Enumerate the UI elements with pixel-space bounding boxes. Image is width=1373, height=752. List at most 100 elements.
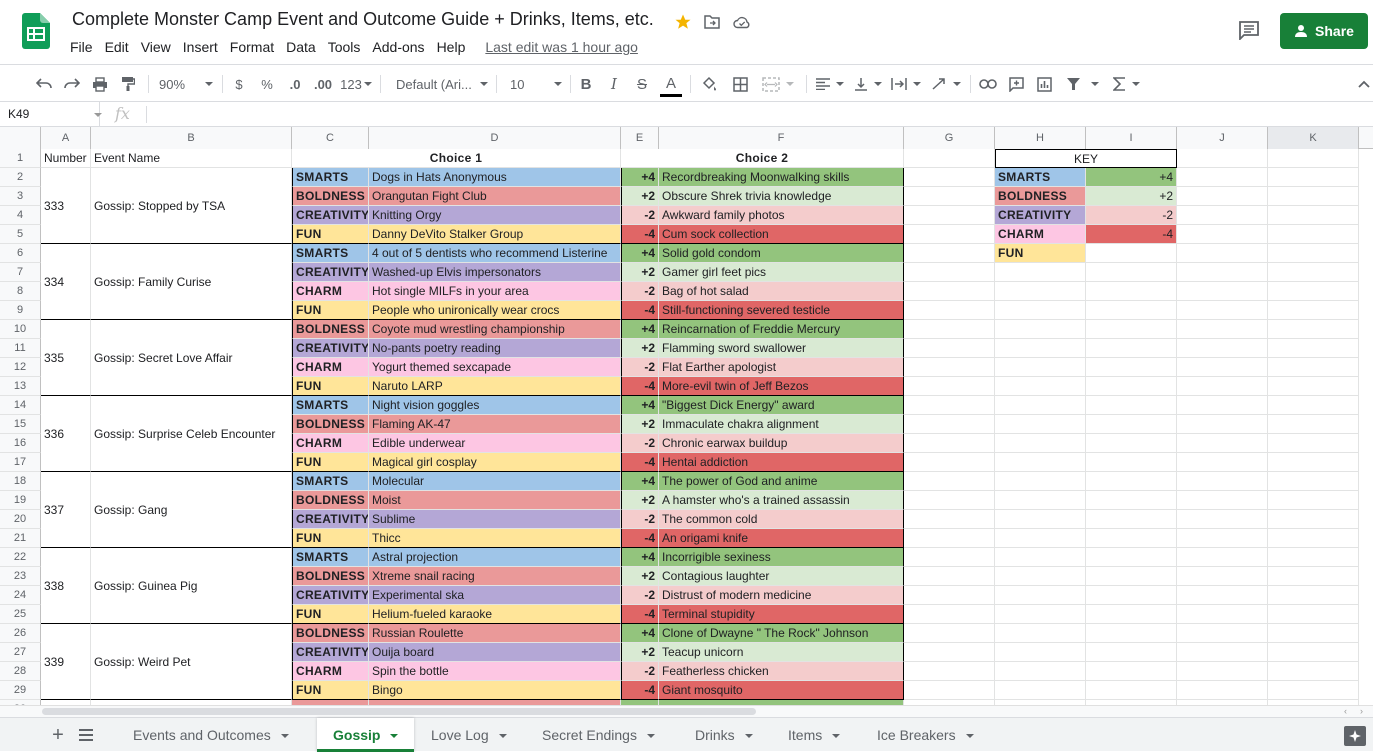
modifier-cell[interactable]: +2 — [621, 567, 659, 586]
empty-cell[interactable] — [1086, 453, 1177, 472]
empty-cell[interactable] — [1177, 377, 1268, 396]
row-header[interactable]: 17 — [0, 453, 41, 472]
empty-cell[interactable] — [904, 548, 995, 567]
choice1-cell[interactable]: Russian Roulette — [369, 624, 621, 643]
modifier-cell[interactable]: +4 — [621, 472, 659, 491]
choice2-cell[interactable]: Featherless chicken — [659, 662, 904, 681]
empty-cell[interactable] — [1177, 472, 1268, 491]
empty-cell[interactable] — [1177, 149, 1268, 168]
choice1-cell[interactable]: Yogurt themed sexcapade — [369, 358, 621, 377]
stat-label[interactable]: BOLDNESS — [292, 415, 369, 434]
header-choice1[interactable]: Choice 1 — [292, 149, 621, 168]
empty-cell[interactable] — [1268, 491, 1359, 510]
modifier-cell[interactable]: +4 — [621, 320, 659, 339]
zoom-select[interactable]: 90% — [156, 73, 216, 95]
stat-label[interactable]: BOLDNESS — [292, 491, 369, 510]
modifier-cell[interactable]: +2 — [621, 263, 659, 282]
empty-cell[interactable] — [904, 339, 995, 358]
move-folder-icon[interactable] — [702, 12, 722, 32]
modifier-cell[interactable]: -4 — [621, 377, 659, 396]
sheet-tab-love-log[interactable]: Love Log — [415, 718, 523, 752]
choice2-cell[interactable]: Bag of hot salad — [659, 282, 904, 301]
empty-cell[interactable] — [1177, 339, 1268, 358]
stat-label[interactable]: CHARM — [292, 434, 369, 453]
row-header[interactable]: 2 — [0, 168, 41, 187]
empty-cell[interactable] — [1177, 244, 1268, 263]
empty-cell[interactable] — [904, 168, 995, 187]
event-name[interactable]: Gossip: Guinea Pig — [91, 548, 292, 624]
empty-cell[interactable] — [904, 225, 995, 244]
column-header-j[interactable]: J — [1177, 127, 1268, 149]
empty-cell[interactable] — [1177, 662, 1268, 681]
all-sheets-icon[interactable] — [78, 728, 96, 742]
scrollbar-thumb[interactable] — [42, 708, 756, 715]
empty-cell[interactable] — [1177, 510, 1268, 529]
choice2-cell[interactable]: "Biggest Dick Energy" award — [659, 396, 904, 415]
column-header-d[interactable]: D — [369, 127, 621, 149]
event-number[interactable]: 338 — [41, 548, 91, 624]
row-header[interactable]: 14 — [0, 396, 41, 415]
row-header[interactable]: 28 — [0, 662, 41, 681]
empty-cell[interactable] — [1268, 339, 1359, 358]
empty-cell[interactable] — [1086, 396, 1177, 415]
empty-cell[interactable] — [1086, 339, 1177, 358]
choice1-cell[interactable]: Ouija board — [369, 643, 621, 662]
empty-cell[interactable] — [1086, 282, 1177, 301]
row-header[interactable]: 4 — [0, 206, 41, 225]
empty-cell[interactable] — [1177, 434, 1268, 453]
stat-label[interactable]: SMARTS — [292, 244, 369, 263]
empty-cell[interactable] — [904, 567, 995, 586]
choice2-cell[interactable]: Hentai addiction — [659, 453, 904, 472]
modifier-cell[interactable]: -4 — [621, 681, 659, 700]
empty-cell[interactable] — [1086, 320, 1177, 339]
empty-cell[interactable] — [1268, 396, 1359, 415]
empty-cell[interactable] — [995, 339, 1086, 358]
insert-link-icon[interactable] — [978, 73, 998, 95]
empty-cell[interactable] — [904, 263, 995, 282]
row-header[interactable]: 26 — [0, 624, 41, 643]
empty-cell[interactable] — [1177, 415, 1268, 434]
modifier-cell[interactable]: -2 — [621, 434, 659, 453]
sheet-tab-ice-breakers[interactable]: Ice Breakers — [861, 718, 990, 752]
empty-cell[interactable] — [1177, 567, 1268, 586]
modifier-cell[interactable]: +4 — [621, 548, 659, 567]
empty-cell[interactable] — [995, 586, 1086, 605]
modifier-cell[interactable]: +4 — [621, 396, 659, 415]
star-icon[interactable] — [673, 12, 693, 32]
column-header-i[interactable]: I — [1086, 127, 1177, 149]
merge-cells-icon[interactable] — [758, 73, 798, 95]
row-header[interactable]: 13 — [0, 377, 41, 396]
scroll-left-icon[interactable]: ‹ — [1344, 706, 1347, 716]
empty-cell[interactable] — [1268, 301, 1359, 320]
column-header-g[interactable]: G — [904, 127, 995, 149]
choice1-cell[interactable]: Knitting Orgy — [369, 206, 621, 225]
row-header[interactable]: 5 — [0, 225, 41, 244]
empty-cell[interactable] — [1177, 605, 1268, 624]
tab-menu-chevron-icon[interactable] — [832, 734, 841, 739]
empty-cell[interactable] — [1177, 396, 1268, 415]
empty-cell[interactable] — [1177, 187, 1268, 206]
empty-cell[interactable] — [995, 681, 1086, 700]
menu-help[interactable]: Help — [431, 38, 472, 56]
choice1-cell[interactable]: Hot single MILFs in your area — [369, 282, 621, 301]
modifier-cell[interactable]: -2 — [621, 586, 659, 605]
empty-cell[interactable] — [904, 491, 995, 510]
tab-menu-chevron-icon[interactable] — [646, 734, 655, 739]
empty-cell[interactable] — [904, 282, 995, 301]
empty-cell[interactable] — [1177, 453, 1268, 472]
choice2-cell[interactable]: A hamster who's a trained assassin — [659, 491, 904, 510]
choice1-cell[interactable]: Edible underwear — [369, 434, 621, 453]
event-name[interactable]: Gossip: Family Curise — [91, 244, 292, 320]
column-header-b[interactable]: B — [91, 127, 292, 149]
column-header-e[interactable]: E — [621, 127, 659, 149]
row-header[interactable]: 24 — [0, 586, 41, 605]
choice2-cell[interactable]: Distrust of modern medicine — [659, 586, 904, 605]
modifier-cell[interactable]: +2 — [621, 187, 659, 206]
menu-edit[interactable]: Edit — [99, 38, 135, 56]
event-number[interactable]: 333 — [41, 168, 91, 244]
key-modifier[interactable]: +2 — [1086, 187, 1177, 206]
horizontal-scrollbar[interactable]: ‹ › — [0, 705, 1373, 717]
empty-cell[interactable] — [904, 415, 995, 434]
empty-cell[interactable] — [995, 624, 1086, 643]
text-rotation-icon[interactable] — [930, 73, 962, 95]
